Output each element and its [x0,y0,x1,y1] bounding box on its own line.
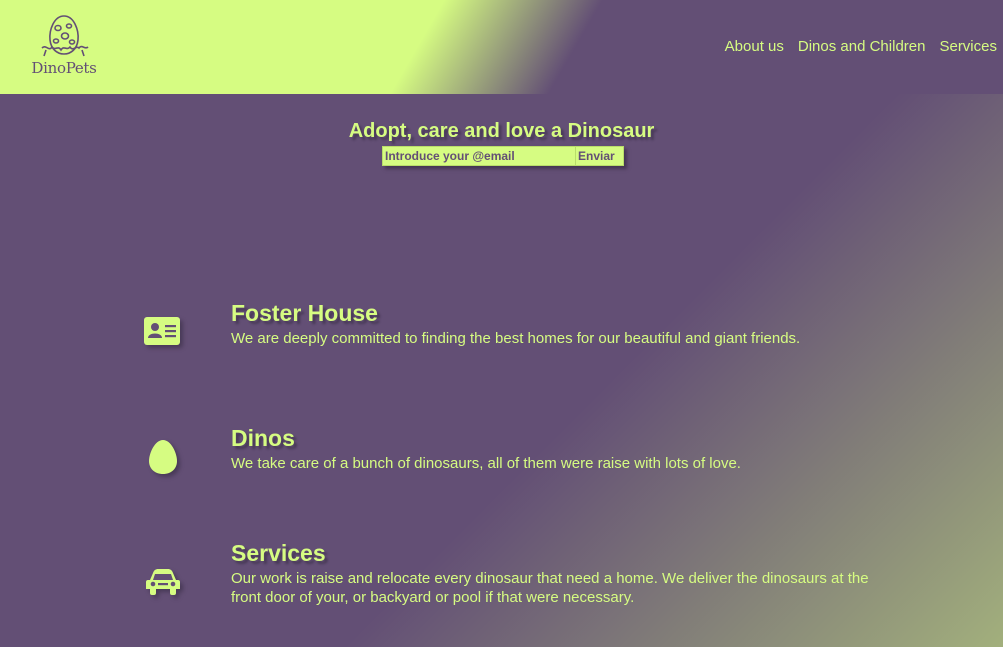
hero-title: Adopt, care and love a Dinosaur [348,120,655,142]
dino-egg-icon [41,15,89,57]
newsletter-form: Enviar [382,146,624,166]
feature-text: We take care of a bunch of dinosaurs, al… [231,455,741,472]
feature-title: Foster House [231,300,378,326]
feature-title: Dinos [231,425,295,451]
main-nav: About us Dinos and Children Services [725,38,997,55]
car-icon [145,568,181,596]
hero: Adopt, care and love a Dinosaur [0,120,1003,143]
feature-text: Our work is raise and relocate every din… [231,570,869,606]
brand-name: DinoPets [31,59,97,77]
nav-dinos-and-children[interactable]: Dinos and Children [798,38,926,55]
id-card-icon [143,316,181,346]
nav-about-us[interactable]: About us [725,38,784,55]
feature-text: We are deeply committed to finding the b… [231,330,801,347]
header: DinoPets About us Dinos and Children Ser… [0,0,1003,94]
feature-title: Services [231,540,326,566]
submit-button[interactable]: Enviar [576,146,624,166]
brand-logo[interactable]: DinoPets [24,12,104,78]
nav-services[interactable]: Services [939,38,997,55]
egg-icon [148,439,178,475]
email-input[interactable] [382,146,576,166]
